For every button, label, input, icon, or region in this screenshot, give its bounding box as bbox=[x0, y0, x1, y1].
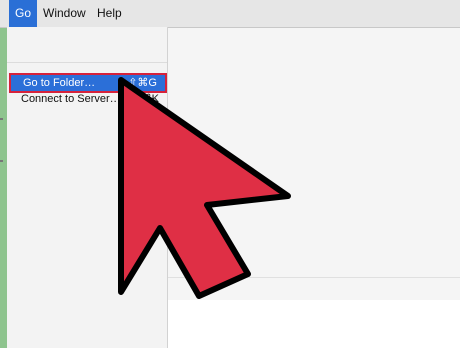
arrow-cursor-icon bbox=[118, 77, 291, 299]
wikihow-watermark: wikiHow bbox=[395, 325, 452, 342]
